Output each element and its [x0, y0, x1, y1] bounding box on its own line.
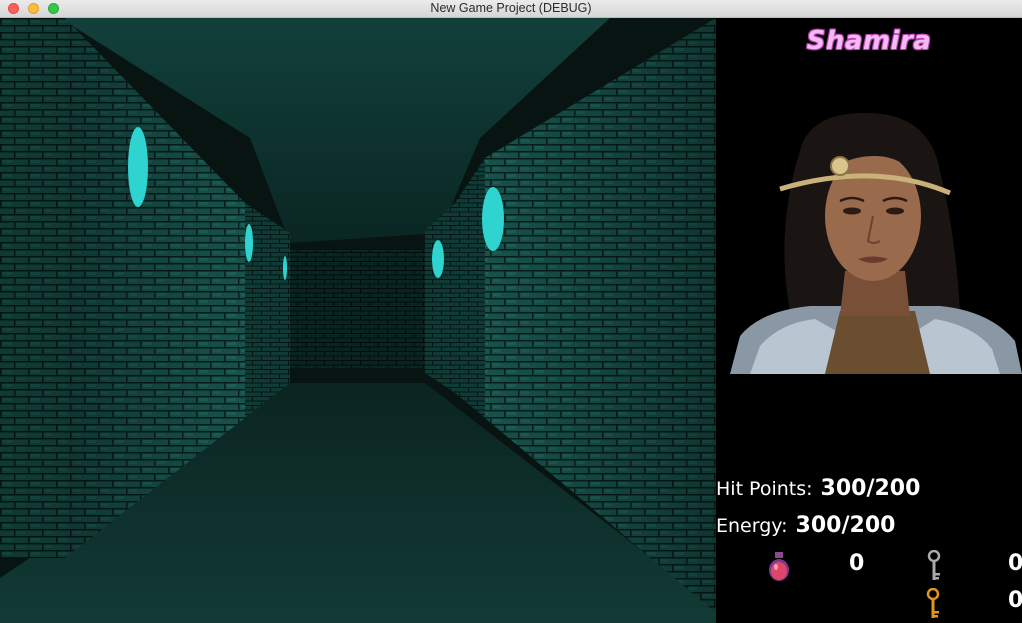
wall-orb: [128, 127, 148, 207]
wall-orb: [245, 224, 253, 262]
energy-label: Energy:: [716, 515, 788, 537]
title-bar[interactable]: New Game Project (DEBUG): [0, 0, 1022, 18]
silver-key-icon[interactable]: [927, 550, 941, 582]
character-panel: Shamira Hit Points: 300/200 Energy: 300/…: [716, 18, 1022, 623]
energy-value: 300/200: [795, 513, 896, 538]
hit-points-label: Hit Points:: [716, 478, 813, 500]
potion-count: 0: [849, 551, 865, 576]
dungeon-corridor-scene: [0, 18, 716, 623]
hit-points-stat: Hit Points: 300/200: [716, 476, 920, 501]
character-name: Shamira: [806, 26, 932, 56]
wall-orb: [482, 187, 504, 251]
silver-key-count: 0: [1008, 551, 1022, 576]
wall-orb: [432, 240, 444, 278]
energy-stat: Energy: 300/200: [716, 513, 895, 538]
window-title: New Game Project (DEBUG): [430, 1, 592, 15]
gold-key-count: 0: [1008, 588, 1022, 613]
gold-key-icon[interactable]: [926, 588, 940, 620]
hit-points-value: 300/200: [820, 476, 921, 501]
game-window: New Game Project (DEBUG) Shamira Hit Poi…: [0, 0, 1022, 623]
character-portrait: [730, 112, 1022, 374]
dungeon-3d-view[interactable]: [0, 18, 716, 623]
wall-orb: [283, 256, 287, 280]
red-potion-icon[interactable]: [767, 550, 791, 582]
